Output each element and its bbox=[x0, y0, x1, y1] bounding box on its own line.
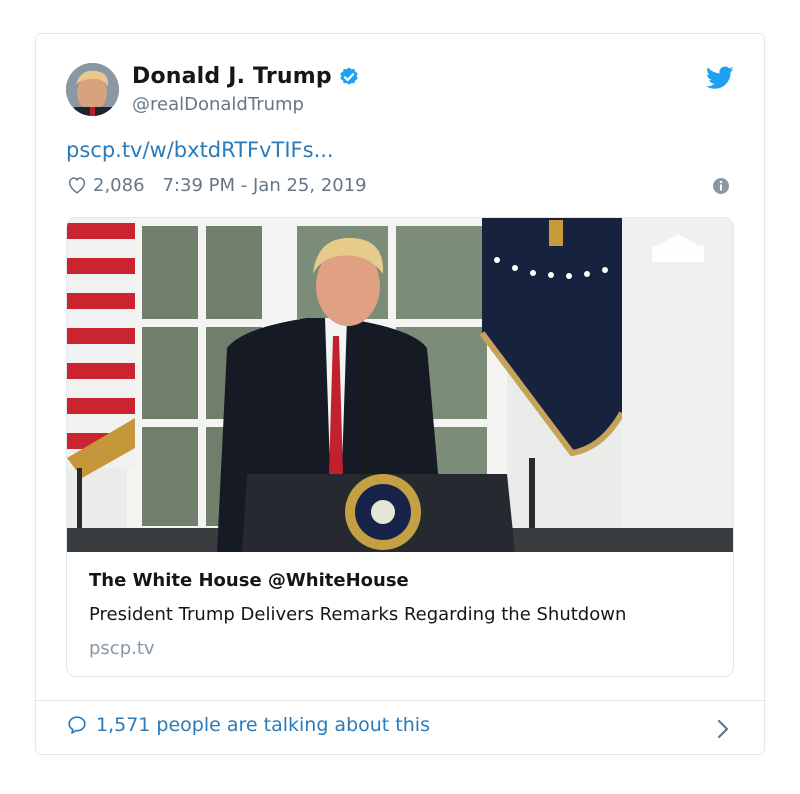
link-preview-card[interactable]: The White House @WhiteHouse President Tr… bbox=[66, 217, 734, 677]
tweet-meta: 2,086 7:39 PM - Jan 25, 2019 bbox=[66, 174, 367, 196]
card-title[interactable]: The White House @WhiteHouse bbox=[89, 570, 409, 591]
card-domain[interactable]: pscp.tv bbox=[89, 638, 155, 659]
footer-divider bbox=[36, 700, 764, 701]
speech-bubble-icon bbox=[68, 716, 86, 734]
embedded-tweet-card: Donald J. Trump @realDonaldTrump pscp.tv… bbox=[35, 33, 765, 755]
info-circle-icon[interactable] bbox=[712, 177, 730, 195]
verified-badge-icon bbox=[340, 66, 358, 85]
conversation-link[interactable]: 1,571 people are talking about this bbox=[66, 714, 430, 736]
avatar[interactable] bbox=[66, 63, 119, 116]
chevron-right-icon[interactable] bbox=[716, 718, 730, 740]
twitter-bird-icon[interactable] bbox=[706, 66, 734, 90]
heart-outline-icon[interactable] bbox=[66, 174, 88, 196]
tweet-timestamp[interactable]: 7:39 PM - Jan 25, 2019 bbox=[163, 175, 367, 196]
display-name[interactable]: Donald J. Trump bbox=[132, 64, 332, 89]
video-thumbnail[interactable] bbox=[67, 218, 734, 552]
tweet-link[interactable]: pscp.tv/w/bxtdRTFvTIFs... bbox=[66, 138, 334, 162]
user-handle[interactable]: @realDonaldTrump bbox=[132, 94, 304, 115]
like-count[interactable]: 2,086 bbox=[93, 175, 145, 196]
author-name-row[interactable]: Donald J. Trump bbox=[132, 64, 360, 89]
talking-count-text[interactable]: 1,571 people are talking about this bbox=[96, 714, 430, 736]
card-description[interactable]: President Trump Delivers Remarks Regardi… bbox=[89, 604, 626, 625]
